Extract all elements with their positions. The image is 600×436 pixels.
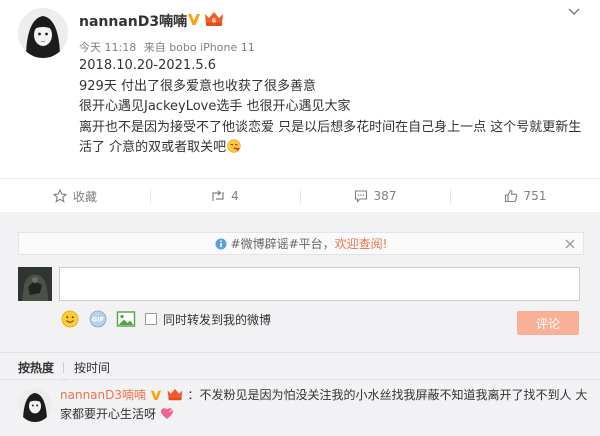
star-icon — [52, 189, 67, 203]
chevron-down-icon[interactable] — [566, 6, 582, 18]
forward-option[interactable]: 同时转发到我的微博 — [145, 311, 271, 328]
image-button[interactable] — [115, 309, 137, 329]
svg-text:GIF: GIF — [92, 316, 104, 324]
vip-crown-icon — [167, 388, 182, 401]
heart-emoji-icon — [160, 408, 173, 419]
repost-button[interactable]: 4 — [150, 179, 300, 213]
svg-text:6: 6 — [212, 18, 216, 25]
comment-icon — [354, 190, 367, 203]
vip-crown-icon[interactable]: 6 — [203, 11, 225, 27]
submit-comment-button[interactable]: 评论 — [517, 311, 579, 335]
post-content: 2018.10.20-2021.5.6 929天 付出了很多爱意也收获了很多善意… — [79, 56, 589, 159]
notice-text: #微博辟谣#平台， — [230, 237, 335, 251]
favorite-button[interactable]: 收藏 — [0, 179, 150, 213]
sort-by-hot[interactable]: 按热度 — [18, 359, 54, 376]
kiss-emoji-icon — [227, 139, 241, 153]
comment-button[interactable]: 387 — [300, 179, 450, 213]
post-meta: 今天 11:18 来自 bobo iPhone 11 — [79, 39, 259, 55]
sort-bar: 按热度 按时间 — [0, 352, 600, 381]
weibo-post: nannanD3喃喃 6 今天 11:18 来自 bobo iPhone 11 … — [0, 0, 600, 178]
action-bar: 收藏 4 387 751 — [0, 178, 600, 212]
comment-item: nannanD3喃喃 ：不发粉见是因为怕没关注我的小水丝找我屏蔽不知道我离开了找… — [0, 384, 600, 436]
sort-by-time[interactable]: 按时间 — [74, 359, 110, 376]
gif-button[interactable]: GIF — [87, 309, 109, 329]
repost-count: 4 — [231, 189, 239, 203]
close-icon[interactable] — [564, 238, 576, 250]
post-source: 来自 bobo iPhone 11 — [143, 41, 255, 54]
thumbs-up-icon — [504, 189, 517, 203]
rumor-notice: #微博辟谣#平台， 欢迎查阅! — [18, 232, 584, 255]
info-icon — [215, 238, 227, 249]
post-line: 2018.10.20-2021.5.6 — [79, 58, 217, 73]
active-tab-caret-icon — [60, 378, 67, 381]
image-icon — [116, 311, 136, 327]
forward-label: 同时转发到我的微博 — [163, 312, 272, 327]
emoji-button[interactable] — [59, 309, 81, 329]
comment-input[interactable] — [59, 267, 580, 301]
post-line: 离开也不是因为接受不了他谈恋爱 只是以后想多花时间在自己身上一点 这个号就更新生… — [79, 119, 582, 156]
author-avatar[interactable] — [18, 8, 68, 58]
sort-divider — [63, 362, 64, 373]
verified-icon — [150, 390, 161, 401]
notice-link[interactable]: 欢迎查阅! — [335, 235, 388, 252]
commenter-avatar[interactable] — [18, 388, 52, 422]
favorite-label: 收藏 — [72, 189, 97, 204]
comment-section: #微博辟谣#平台， 欢迎查阅! GIF 同时转发到我的微博 评论 按热度 按时间… — [0, 212, 600, 436]
post-line-last: 离开也不是因为接受不了他谈恋爱 只是以后想多花时间在自己身上一点 这个号就更新生… — [79, 118, 589, 159]
my-avatar[interactable] — [18, 267, 52, 301]
like-count: 751 — [523, 189, 547, 203]
repost-icon — [212, 190, 224, 201]
post-line: 很开心遇见JackeyLove选手 也很开心遇见大家 — [79, 99, 351, 114]
post-line: 929天 付出了很多爱意也收获了很多善意 — [79, 78, 316, 94]
gif-icon: GIF — [89, 310, 107, 328]
smiley-icon — [61, 310, 79, 328]
like-button[interactable]: 751 — [450, 179, 600, 213]
comment-body: nannanD3喃喃 ：不发粉见是因为怕没关注我的小水丝找我屏蔽不知道我离开了找… — [60, 386, 590, 424]
commenter-name[interactable]: nannanD3喃喃 — [60, 388, 146, 402]
author-name[interactable]: nannanD3喃喃 — [79, 11, 187, 31]
verified-icon — [188, 14, 200, 25]
comment-tools: GIF 同时转发到我的微博 — [59, 309, 271, 329]
post-time[interactable]: 今天 11:18 — [79, 41, 136, 54]
comment-count: 387 — [373, 189, 397, 203]
forward-checkbox[interactable] — [145, 313, 157, 325]
